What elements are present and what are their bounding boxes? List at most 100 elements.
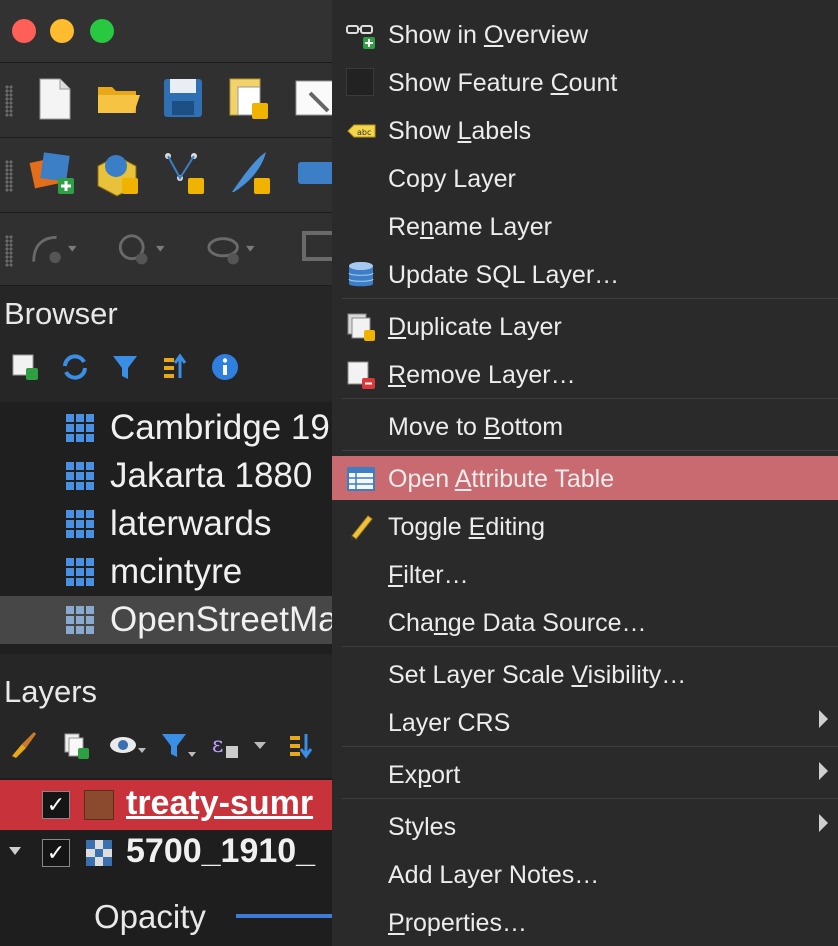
new-project-icon[interactable] [30, 73, 80, 123]
toolbar-grip[interactable] [5, 235, 13, 267]
new-print-layout-icon[interactable] [224, 73, 274, 123]
menu-item-set-layer-scale-visibility[interactable]: Set Layer Scale Visibility… [332, 652, 838, 696]
toolbar-grip[interactable] [5, 160, 13, 192]
style-manager-icon[interactable] [8, 730, 38, 760]
menu-item-label: Show in Overview [388, 21, 589, 49]
menu-item-label: Remove Layer… [388, 361, 576, 389]
raster-layer-icon [86, 840, 112, 866]
shape-digitizing-toolbar [0, 213, 332, 286]
menu-separator [342, 646, 838, 647]
layer-row[interactable]: ✓ 5700_1910_ [0, 828, 332, 878]
add-rectangle-icon[interactable] [296, 223, 332, 273]
menu-item-update-sql-layer[interactable]: Update SQL Layer… [332, 252, 838, 296]
filter-legend-icon[interactable] [160, 730, 200, 760]
grid-layer-icon [66, 558, 94, 586]
new-geopackage-layer-icon[interactable] [92, 148, 142, 198]
add-group-icon[interactable] [60, 730, 90, 760]
window-maximize-button[interactable] [90, 19, 114, 43]
layers-tree: ✓ treaty-sumr ✓ 5700_1910_ Opacity [0, 778, 332, 946]
svg-text:ε: ε [212, 733, 223, 758]
browser-item[interactable]: laterwards [0, 500, 332, 548]
menu-item-filter[interactable]: Filter… [332, 552, 838, 596]
layer-label: 5700_1910_ [126, 832, 316, 870]
menu-separator [342, 746, 838, 747]
window-minimize-button[interactable] [50, 19, 74, 43]
menu-item-change-data-source[interactable]: Change Data Source… [332, 600, 838, 644]
submenu-arrow-icon [819, 814, 828, 832]
layer-symbol-swatch [84, 790, 114, 820]
menu-item-layer-crs[interactable]: Layer CRS [332, 700, 838, 744]
refresh-icon[interactable] [60, 352, 90, 382]
menu-item-export[interactable]: Export [332, 752, 838, 796]
expand-all-icon[interactable] [286, 730, 316, 760]
add-ellipse-icon[interactable] [206, 223, 256, 273]
attribute-table-icon [347, 467, 375, 491]
layer-visibility-checkbox[interactable]: ✓ [42, 839, 70, 867]
menu-item-label: Show Labels [388, 117, 532, 145]
menu-item-label: Duplicate Layer [388, 313, 562, 341]
layout-manager-icon[interactable] [290, 73, 332, 123]
manage-map-themes-icon[interactable] [108, 730, 148, 760]
new-shapefile-layer-icon[interactable] [158, 148, 208, 198]
toolbar-grip[interactable] [5, 85, 13, 117]
menu-item-styles[interactable]: Styles [332, 804, 838, 848]
submenu-arrow-icon [819, 762, 828, 780]
menu-item-move-to-bottom[interactable]: Move to Bottom [332, 404, 838, 448]
browser-panel-toolbar [0, 348, 332, 388]
menu-item-show-in-overview[interactable]: Show in Overview [332, 12, 838, 56]
save-project-icon[interactable] [158, 73, 208, 123]
menu-item-rename-layer[interactable]: Rename Layer [332, 204, 838, 248]
add-circular-string-icon[interactable] [28, 223, 78, 273]
info-icon[interactable] [210, 352, 240, 382]
menu-item-label: Change Data Source… [388, 609, 647, 637]
menu-item-duplicate-layer[interactable]: Duplicate Layer [332, 304, 838, 348]
menu-item-label: Properties… [388, 909, 527, 937]
project-toolbar [0, 63, 332, 138]
filter-browser-icon[interactable] [110, 352, 140, 382]
menu-item-label: Add Layer Notes… [388, 861, 600, 889]
browser-item-label: Cambridge 19 [110, 408, 330, 447]
expand-caret-icon[interactable] [8, 846, 22, 856]
menu-item-toggle-editing[interactable]: Toggle Editing [332, 504, 838, 548]
add-circle-icon[interactable] [116, 223, 166, 273]
qgis-main-window: Browser Cambridge 19 Jakarta 1880 laterw… [0, 0, 332, 946]
layers-panel-toolbar: ε [0, 726, 332, 766]
layer-label: treaty-sumr [126, 784, 314, 822]
remove-layer-icon [347, 361, 375, 389]
pencil-icon [350, 515, 373, 541]
filter-by-expression-icon[interactable]: ε [210, 730, 270, 760]
feature-count-icon [346, 68, 374, 96]
window-close-button[interactable] [12, 19, 36, 43]
menu-item-label: Set Layer Scale Visibility… [388, 661, 687, 689]
open-project-icon[interactable] [94, 73, 144, 123]
browser-item[interactable]: mcintyre [0, 548, 332, 596]
data-source-manager-icon[interactable] [28, 148, 78, 198]
menu-item-open-attribute-table[interactable]: Open Attribute Table [332, 456, 838, 500]
opacity-label: Opacity [94, 898, 206, 935]
browser-panel-title: Browser [4, 296, 118, 331]
menu-item-label: Move to Bottom [388, 413, 564, 441]
opacity-slider[interactable] [236, 914, 332, 918]
title-bar [0, 0, 332, 63]
menu-separator [342, 450, 838, 451]
collapse-all-icon[interactable] [160, 352, 190, 382]
menu-item-remove-layer[interactable]: Remove Layer… [332, 352, 838, 396]
layer-context-menu: Show in Overview Show Feature Count abc … [332, 0, 838, 946]
browser-item[interactable]: Jakarta 1880 [0, 452, 332, 500]
labels-icon: abc [347, 124, 376, 138]
menu-item-label: Update SQL Layer… [388, 261, 620, 289]
menu-item-add-layer-notes[interactable]: Add Layer Notes… [332, 852, 838, 896]
menu-item-label: Open Attribute Table [388, 465, 615, 493]
menu-item-properties[interactable]: Properties… [332, 900, 838, 944]
browser-item[interactable]: Cambridge 19 [0, 404, 332, 452]
menu-item-copy-layer[interactable]: Copy Layer [332, 156, 838, 200]
new-temporary-layer-icon[interactable] [224, 148, 274, 198]
menu-item-show-feature-count[interactable]: Show Feature Count [332, 60, 838, 104]
browser-item[interactable]: OpenStreetMa [0, 596, 332, 644]
menu-item-show-labels[interactable]: abc Show Labels [332, 108, 838, 152]
layer-visibility-checkbox[interactable]: ✓ [42, 791, 70, 819]
menu-item-label: Show Feature Count [388, 69, 618, 97]
layer-row[interactable]: ✓ treaty-sumr [0, 780, 332, 830]
new-virtual-layer-icon[interactable] [294, 148, 332, 198]
add-selected-layers-icon[interactable] [10, 352, 40, 382]
